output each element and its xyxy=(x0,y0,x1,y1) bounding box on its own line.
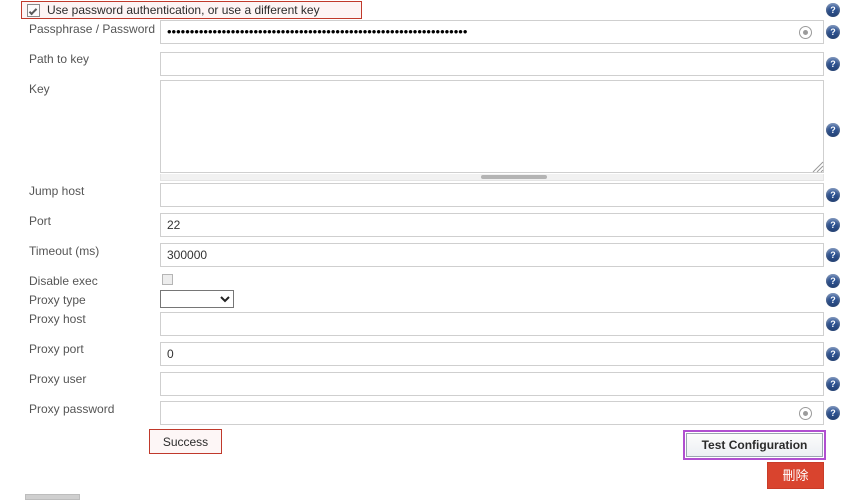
password-reveal-icon[interactable] xyxy=(799,26,812,39)
help-icon[interactable]: ? xyxy=(826,406,840,420)
proxy-user-input[interactable] xyxy=(160,372,824,396)
help-icon[interactable]: ? xyxy=(826,25,840,39)
proxy-port-input[interactable] xyxy=(160,342,824,366)
path-to-key-input[interactable] xyxy=(160,52,824,76)
label-proxy-password: Proxy password xyxy=(29,402,115,416)
password-reveal-icon[interactable] xyxy=(799,407,812,420)
status-badge: Success xyxy=(149,429,222,454)
use-password-authentication-label: Use password authentication, or use a di… xyxy=(47,3,320,17)
help-icon[interactable]: ? xyxy=(826,57,840,71)
proxy-host-input[interactable] xyxy=(160,312,824,336)
help-icon[interactable]: ? xyxy=(826,123,840,137)
page-horizontal-scrollbar[interactable] xyxy=(25,494,80,500)
proxy-password-input[interactable] xyxy=(160,401,824,425)
label-proxy-type: Proxy type xyxy=(29,293,86,307)
label-key: Key xyxy=(29,82,50,96)
help-icon[interactable]: ? xyxy=(826,218,840,232)
jump-host-input[interactable] xyxy=(160,183,824,207)
checkbox-checked-icon[interactable] xyxy=(27,3,40,17)
key-textarea[interactable] xyxy=(160,80,824,173)
label-timeout-ms: Timeout (ms) xyxy=(29,244,100,258)
help-icon[interactable]: ? xyxy=(826,274,840,288)
use-password-authentication-row[interactable]: Use password authentication, or use a di… xyxy=(21,1,362,19)
label-proxy-host: Proxy host xyxy=(29,312,86,326)
help-icon[interactable]: ? xyxy=(826,377,840,391)
label-proxy-user: Proxy user xyxy=(29,372,87,386)
passphrase-password-value: ••••••••••••••••••••••••••••••••••••••••… xyxy=(167,24,468,39)
test-configuration-button[interactable]: Test Configuration xyxy=(686,433,823,457)
proxy-type-select[interactable] xyxy=(160,290,234,308)
disable-exec-checkbox[interactable] xyxy=(162,274,173,285)
key-scrollbar-thumb[interactable] xyxy=(481,175,547,179)
port-input[interactable] xyxy=(160,213,824,237)
help-icon[interactable]: ? xyxy=(826,188,840,202)
passphrase-password-input[interactable]: ••••••••••••••••••••••••••••••••••••••••… xyxy=(160,20,824,44)
help-icon[interactable]: ? xyxy=(826,3,840,17)
delete-button[interactable]: 刪除 xyxy=(767,462,824,489)
timeout-ms-input[interactable] xyxy=(160,243,824,267)
label-passphrase-password: Passphrase / Password xyxy=(29,22,156,36)
label-disable-exec: Disable exec xyxy=(29,274,98,288)
help-icon[interactable]: ? xyxy=(826,293,840,307)
help-icon[interactable]: ? xyxy=(826,347,840,361)
help-icon[interactable]: ? xyxy=(826,248,840,262)
label-path-to-key: Path to key xyxy=(29,52,90,66)
label-port: Port xyxy=(29,214,52,228)
key-horizontal-scrollbar[interactable] xyxy=(160,174,824,181)
help-icon[interactable]: ? xyxy=(826,317,840,331)
status-text: Success xyxy=(162,434,209,449)
label-proxy-port: Proxy port xyxy=(29,342,84,356)
test-configuration-highlight: Test Configuration xyxy=(683,430,826,460)
label-jump-host: Jump host xyxy=(29,184,85,198)
